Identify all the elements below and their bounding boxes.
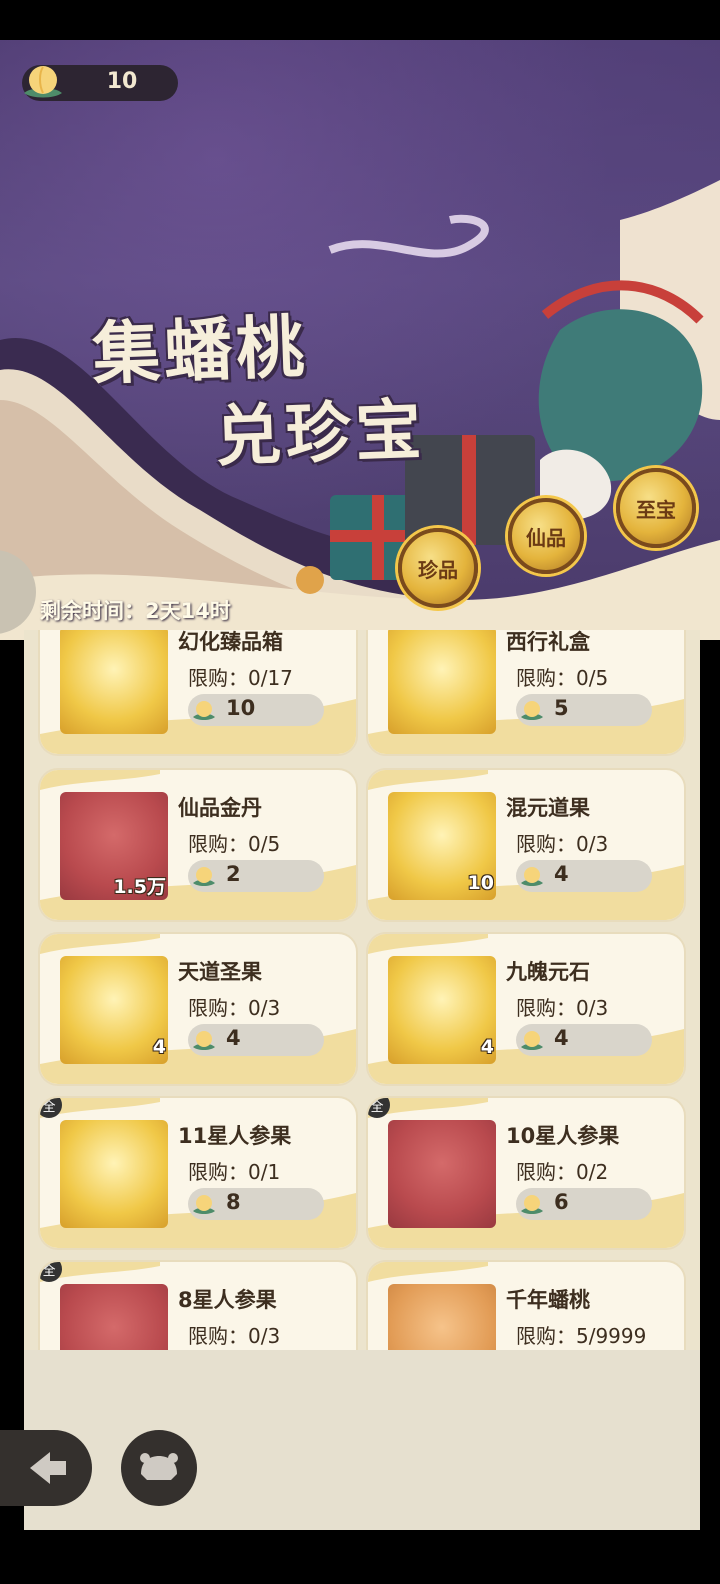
purchase-limit: 限购：0/2 — [516, 1160, 609, 1184]
remaining-time: 剩余时间：2天14时 — [40, 599, 231, 623]
purchase-limit: 限购：0/5 — [516, 666, 609, 690]
item-quantity: 4 — [152, 1036, 166, 1058]
buy-price-button[interactable]: 10 — [188, 694, 324, 726]
item-name: 幻化臻品箱 — [178, 630, 283, 654]
purchase-limit: 限购：0/17 — [188, 666, 293, 690]
shop-item-card[interactable]: 全 10星人参果 限购：0/2 6 — [366, 1096, 686, 1250]
giftbox-icon — [388, 630, 496, 734]
peach-icon — [521, 701, 543, 720]
peach-icon — [521, 1195, 543, 1214]
buy-price-button[interactable]: 2 — [188, 860, 324, 892]
item-quantity: 4 — [480, 1036, 494, 1058]
pet-icon — [140, 1453, 178, 1480]
item-name: 8星人参果 — [178, 1288, 277, 1312]
buy-price-button[interactable]: 4 — [188, 1024, 324, 1056]
item-name: 九魄元石 — [506, 960, 590, 984]
purchase-limit: 限购：0/3 — [516, 832, 609, 856]
purchase-limit: 限购：0/3 — [188, 1324, 281, 1348]
shop-item-card[interactable]: 1.5万 仙品金丹限购：0/5 2 — [38, 768, 358, 922]
ginseng-fruit-icon — [388, 1120, 496, 1228]
item-name: 11星人参果 — [178, 1124, 292, 1148]
price-value: 4 — [226, 1026, 241, 1050]
tier-tab-immortal[interactable]: 仙品 — [508, 498, 584, 574]
event-title-line2: 兑珍宝 — [213, 390, 427, 476]
item-name: 千年蟠桃 — [506, 1288, 590, 1312]
item-quantity: 1.5万 — [113, 876, 166, 898]
ginseng-fruit-icon — [60, 1120, 168, 1228]
shop-item-card[interactable]: 千年蟠桃限购：5/9999 — [366, 1260, 686, 1350]
price-value: 5 — [554, 696, 569, 720]
pet-button[interactable] — [121, 1430, 197, 1506]
buy-price-button[interactable]: 5 — [516, 694, 652, 726]
back-button[interactable] — [0, 1430, 92, 1506]
shop-item-card[interactable]: 4 天道圣果限购：0/3 4 — [38, 932, 358, 1086]
shop-item-card[interactable]: 全 8星人参果 限购：0/3 — [38, 1260, 358, 1350]
price-value: 2 — [226, 862, 241, 886]
tier-tab-supreme[interactable]: 至宝 — [616, 468, 696, 548]
ginseng-fruit-icon — [60, 1284, 168, 1350]
event-banner: 集蟠桃 兑珍宝 剩余时间：2天14时 珍品 仙品 至宝 — [0, 40, 720, 640]
peach-count: 10 — [106, 69, 138, 94]
back-arrow-icon — [30, 1452, 66, 1484]
price-value: 6 — [554, 1190, 569, 1214]
item-quantity: 10 — [467, 872, 494, 894]
purchase-limit: 限购：5/9999 — [516, 1324, 647, 1348]
peach-icon — [521, 1031, 543, 1050]
status-bar — [0, 0, 720, 40]
tier-tab-rare[interactable]: 珍品 — [398, 528, 478, 608]
navigation-bar — [0, 1544, 720, 1584]
peach-icon — [193, 867, 215, 886]
purchase-limit: 限购：0/3 — [188, 996, 281, 1020]
item-name: 混元道果 — [506, 796, 590, 820]
shop-item-card[interactable]: 10 混元道果限购：0/3 4 — [366, 768, 686, 922]
peach-icon — [193, 1195, 215, 1214]
shop-item-card[interactable]: 全 11星人参果 限购：0/1 8 — [38, 1096, 358, 1250]
shop-item-card[interactable]: 4 九魄元石限购：0/3 4 — [366, 932, 686, 1086]
buy-price-button[interactable]: 8 — [188, 1188, 324, 1220]
chest-icon — [60, 630, 168, 734]
purchase-limit: 限购：0/5 — [188, 832, 281, 856]
shop-item-card[interactable]: 西行礼盒限购：0/5 5 — [366, 630, 686, 756]
peach-currency: 10 — [22, 65, 178, 101]
price-value: 10 — [226, 696, 256, 720]
price-value: 4 — [554, 862, 569, 886]
item-name: 仙品金丹 — [178, 796, 262, 820]
purchase-limit: 限购：0/3 — [516, 996, 609, 1020]
peach-icon — [193, 1031, 215, 1050]
buy-price-button[interactable]: 6 — [516, 1188, 652, 1220]
purchase-limit: 限购：0/1 — [188, 1160, 281, 1184]
buy-price-button[interactable]: 4 — [516, 860, 652, 892]
item-name: 10星人参果 — [506, 1124, 620, 1148]
peach-icon — [193, 701, 215, 720]
buy-price-button[interactable]: 4 — [516, 1024, 652, 1056]
peach-icon — [24, 66, 62, 98]
price-value: 8 — [226, 1190, 241, 1214]
item-name: 天道圣果 — [178, 960, 262, 984]
shop-item-card[interactable]: 幻化臻品箱限购：0/17 10 — [38, 630, 358, 756]
item-name: 西行礼盒 — [506, 630, 590, 654]
item-list[interactable]: 幻化臻品箱 限购：0/17 10 西行礼盒 限购：0/5 5 1.5万 仙品金丹 限购：0/5 2… — [24, 630, 700, 1350]
peach-icon — [388, 1284, 496, 1350]
peach-icon — [521, 867, 543, 886]
price-value: 4 — [554, 1026, 569, 1050]
